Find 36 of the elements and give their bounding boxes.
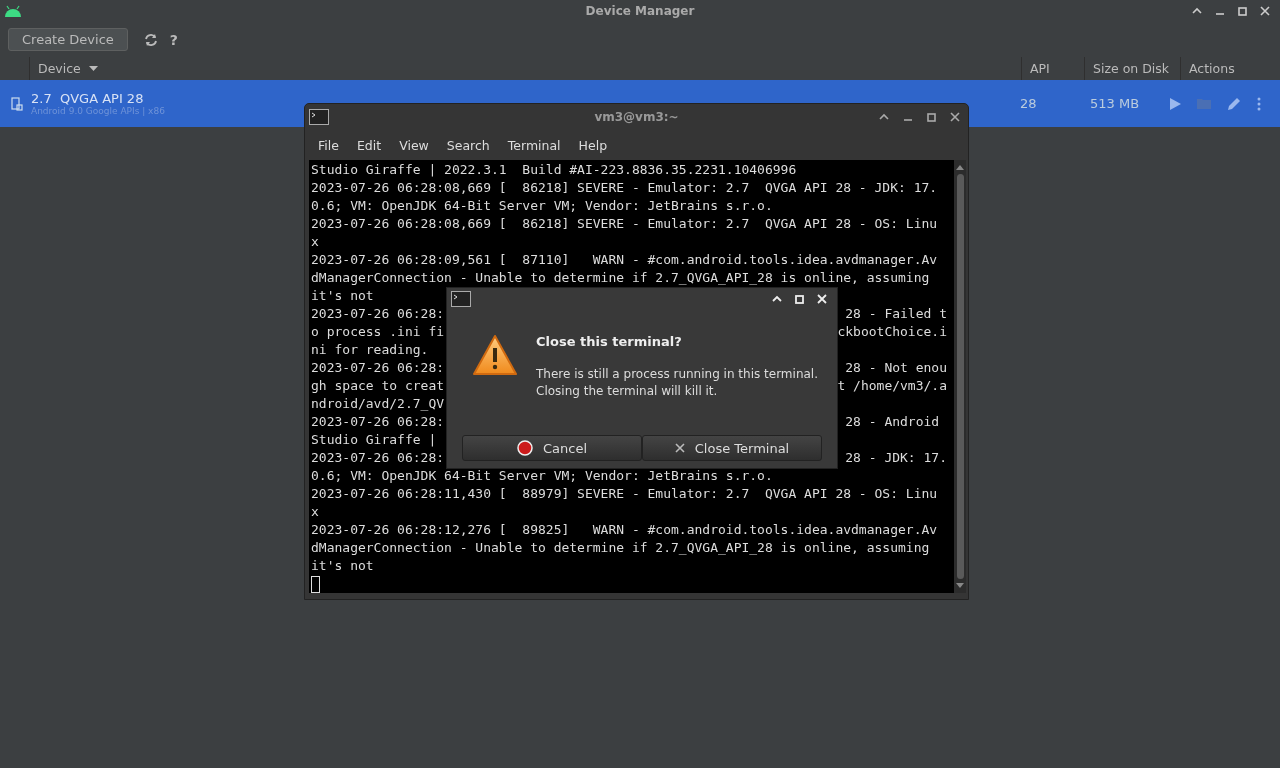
- terminal-text: ckbootChoice.i: [837, 323, 947, 341]
- terminal-text: 2023-07-26 06:28:08,669 [ 86218] SEVERE - Emulator: 2.7 QVGA API 28 - JDK: 17.: [311, 179, 938, 197]
- terminal-text: 2023-07-26 06:28:08,669 [ 86218] SEVERE - Emulator: 2.7 QVGA API 28 - OS: Linu: [311, 215, 938, 233]
- terminal-text: dManagerConnection - Unable to determine if 2.7_QVGA_API_28 is online, assuming: [311, 539, 930, 557]
- terminal-text: 28 - Failed t: [845, 305, 947, 323]
- terminal-text: ni for reading.: [311, 341, 429, 359]
- terminal-text: 2023-07-26 06:28:: [311, 359, 445, 377]
- terminal-text: 2023-07-26 06:28:: [311, 413, 445, 431]
- terminal-text: 28 - Not enou: [845, 359, 947, 377]
- terminal-text: it's not: [311, 287, 374, 305]
- dialog-message: There is still a process running in this terminal. Closing the terminal will kill it.: [536, 366, 818, 400]
- terminal-text: it's not: [311, 557, 374, 575]
- dialog-heading: Close this terminal?: [536, 334, 683, 349]
- terminal-text: 0.6; VM: OpenJDK 64-Bit Server VM; Vendor: JetBrains s.r.o.: [311, 467, 773, 485]
- terminal-text: x: [311, 233, 319, 251]
- terminal-text: 2023-07-26 06:28:11,430 [ 88979] SEVERE - Emulator: 2.7 QVGA API 28 - OS: Linu: [311, 485, 938, 503]
- terminal-text: t /home/vm3/.a: [837, 377, 947, 395]
- terminal-title: vm3@vm3:~: [594, 110, 679, 124]
- terminal-text: Studio Giraffe |: [311, 431, 437, 449]
- terminal-text: 2023-07-26 06:28:: [311, 305, 445, 323]
- terminal-text: ndroid/avd/2.7_QV: [311, 395, 445, 413]
- terminal-text: 28 - Android: [845, 413, 941, 431]
- terminal-text: x: [311, 503, 319, 521]
- terminal-text: dManagerConnection - Unable to determine if 2.7_QVGA_API_28 is online, assuming: [311, 269, 930, 287]
- terminal-text: o process .ini fi: [311, 323, 445, 341]
- table-cell-text: 513 MB: [1090, 96, 1141, 111]
- table-cell-text: 28: [1020, 96, 1038, 111]
- terminal-text: 2023-07-26 06:28:09,561 [ 87110] WARN - #com.android.tools.idea.avdmanager.Av: [311, 251, 938, 269]
- terminal-text: 2023-07-26 06:28:: [311, 449, 445, 467]
- terminal-text: Studio Giraffe | 2022.3.1 Build #AI-223.8836.35.2231.10406996: [311, 161, 797, 179]
- terminal-text: 2023-07-26 06:28:12,276 [ 89825] WARN - #com.android.tools.idea.avdmanager.Av: [311, 521, 938, 539]
- terminal-text: 28 - JDK: 17.: [845, 449, 947, 467]
- window-title: Device Manager: [585, 4, 695, 18]
- device-name: 2.7 QVGA API 28: [31, 91, 145, 106]
- terminal-text: 0.6; VM: OpenJDK 64-Bit Server VM; Vendor: JetBrains s.r.o.: [311, 197, 773, 215]
- terminal-text: gh space to creat: [311, 377, 445, 395]
